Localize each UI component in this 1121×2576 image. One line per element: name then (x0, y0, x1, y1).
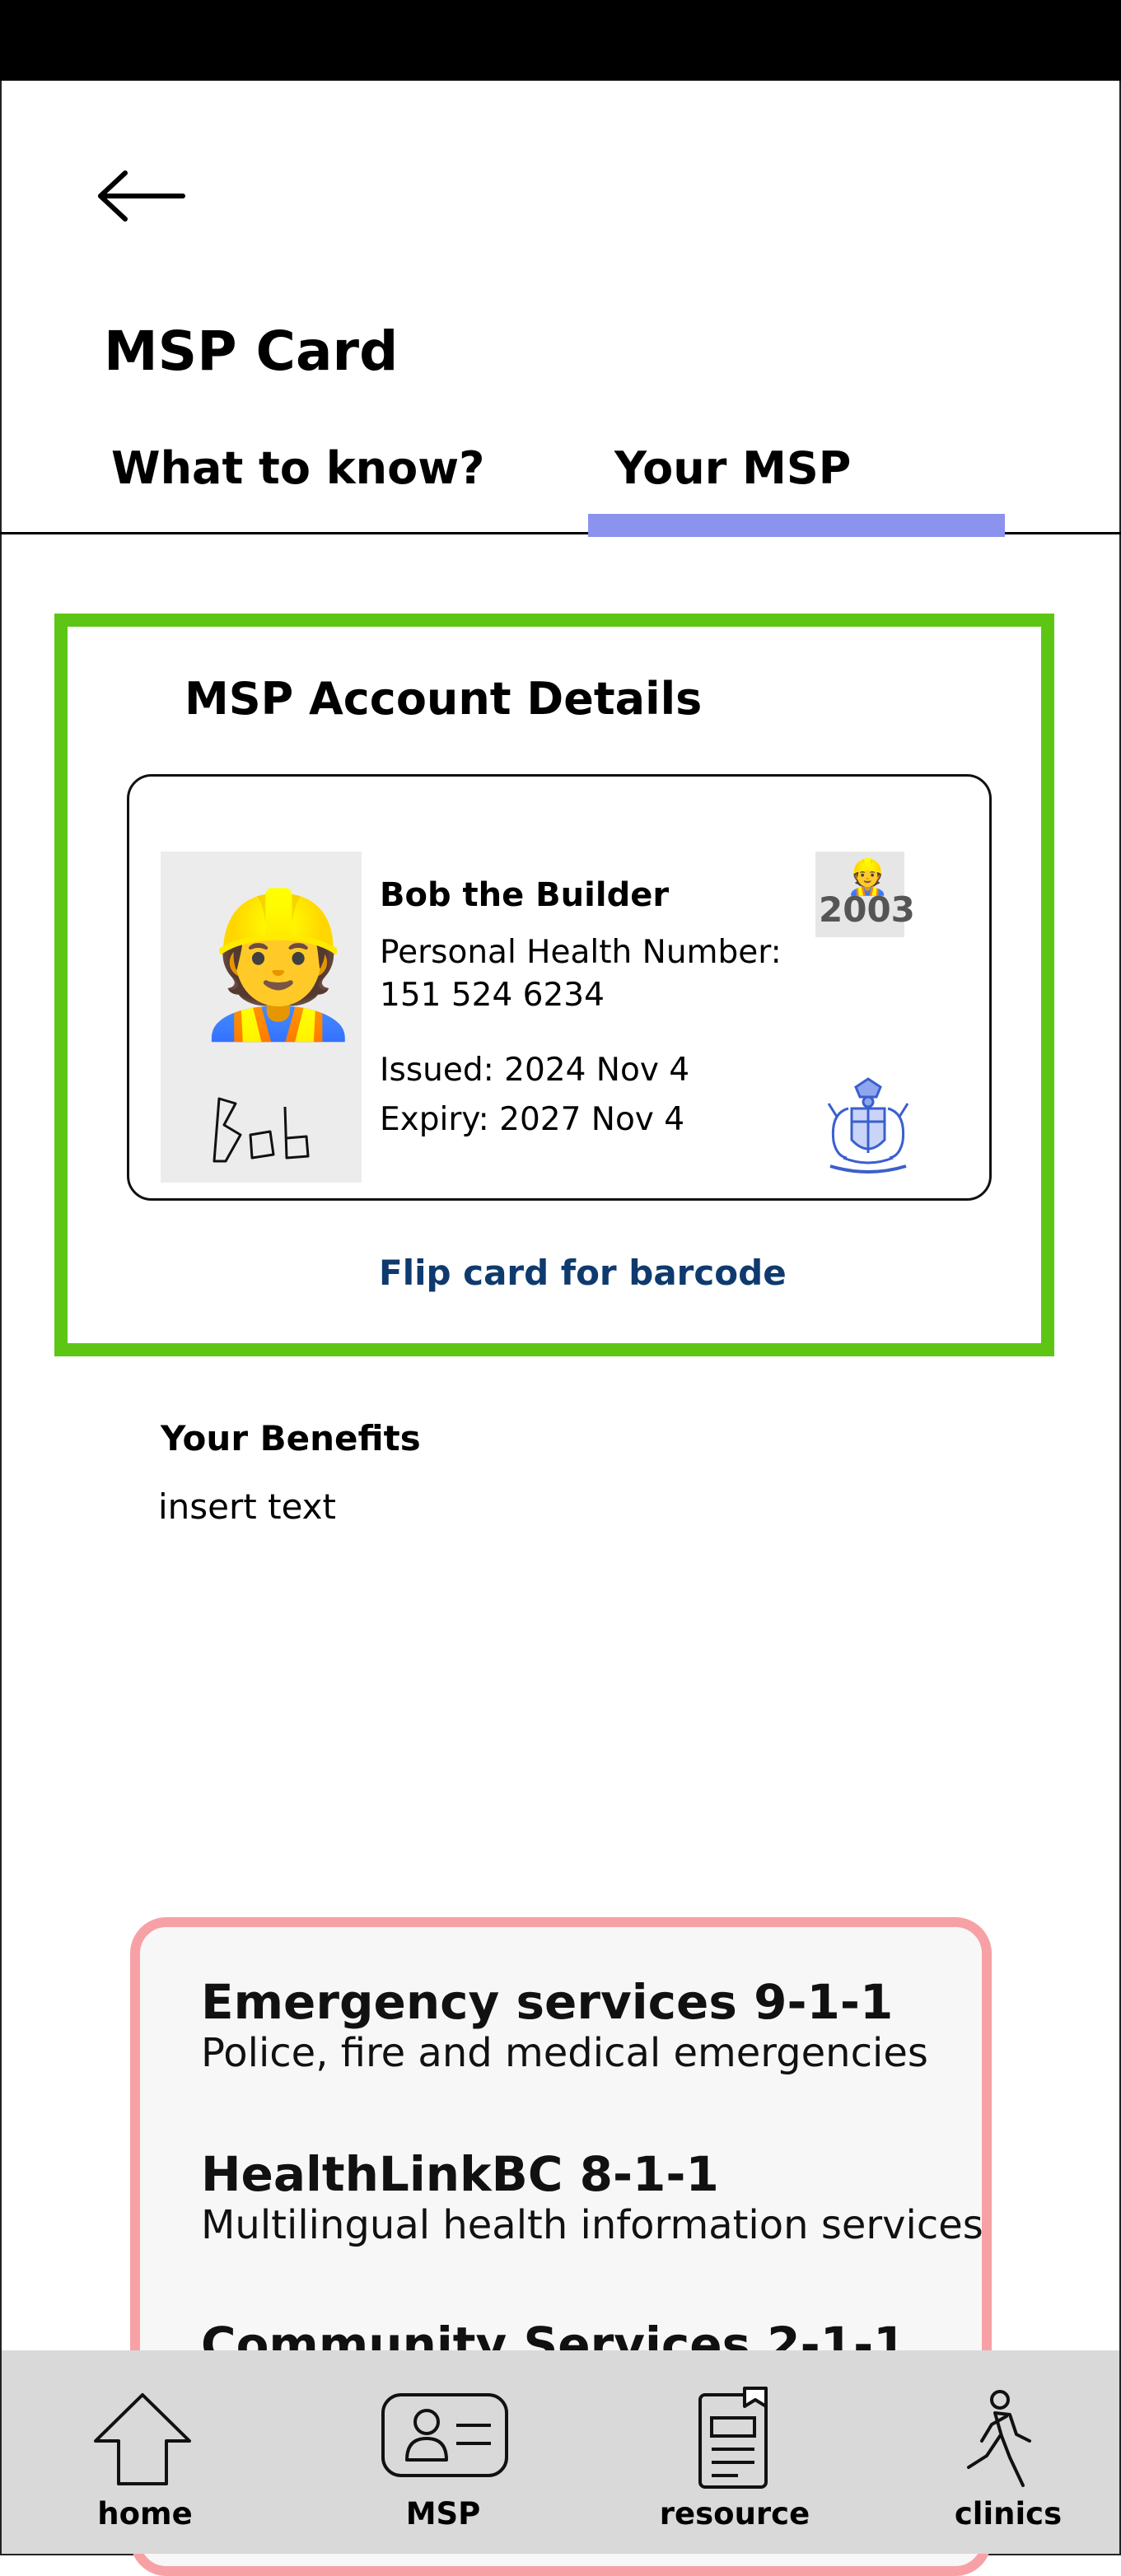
card-holder-name: Bob the Builder (380, 876, 670, 914)
back-button[interactable] (94, 163, 189, 229)
construction-worker-icon: 👷 (191, 884, 366, 1047)
issued-date: Issued: 2024 Nov 4 (380, 1052, 690, 1089)
home-icon[interactable] (91, 2390, 194, 2492)
bc-coat-of-arms-icon (819, 1076, 918, 1183)
status-bar (0, 0, 1121, 81)
expiry-date: Expiry: 2027 Nov 4 (380, 1101, 685, 1138)
nav-resource-label[interactable]: resource (636, 2495, 834, 2533)
flip-card-link[interactable]: Flip card for barcode (379, 1248, 787, 1298)
benefits-title: Your Benefits (161, 1418, 421, 1458)
tab-what-to-know[interactable]: What to know? (111, 440, 484, 497)
emergency-911-subtitle: Police, fire and medical emergencies (201, 2030, 928, 2076)
emergency-911-title[interactable]: Emergency services 9-1-1 (201, 1972, 893, 2032)
phn-label: Personal Health Number: (380, 934, 782, 971)
nav-msp-label[interactable]: MSP (344, 2495, 542, 2533)
account-details-title: MSP Account Details (184, 673, 703, 725)
active-tab-indicator (588, 514, 1005, 537)
benefits-text: insert text (158, 1486, 336, 1527)
arrow-left-icon (98, 170, 185, 222)
nav-clinics-label[interactable]: clinics (909, 2495, 1107, 2533)
tab-your-msp[interactable]: Your MSP (614, 440, 851, 497)
healthlink-811-title[interactable]: HealthLinkBC 8-1-1 (201, 2144, 719, 2205)
signature-image (208, 1092, 315, 1169)
nav-home-label[interactable]: home (46, 2495, 244, 2533)
walking-person-icon[interactable] (959, 2388, 1038, 2494)
page-title: MSP Card (104, 320, 399, 383)
document-icon[interactable] (697, 2385, 776, 2494)
id-card-icon[interactable] (381, 2392, 509, 2481)
year-badge-text: 2003 (819, 889, 915, 930)
healthlink-811-subtitle: Multilingual health information services (201, 2202, 983, 2248)
phn-value: 151 524 6234 (380, 977, 605, 1014)
